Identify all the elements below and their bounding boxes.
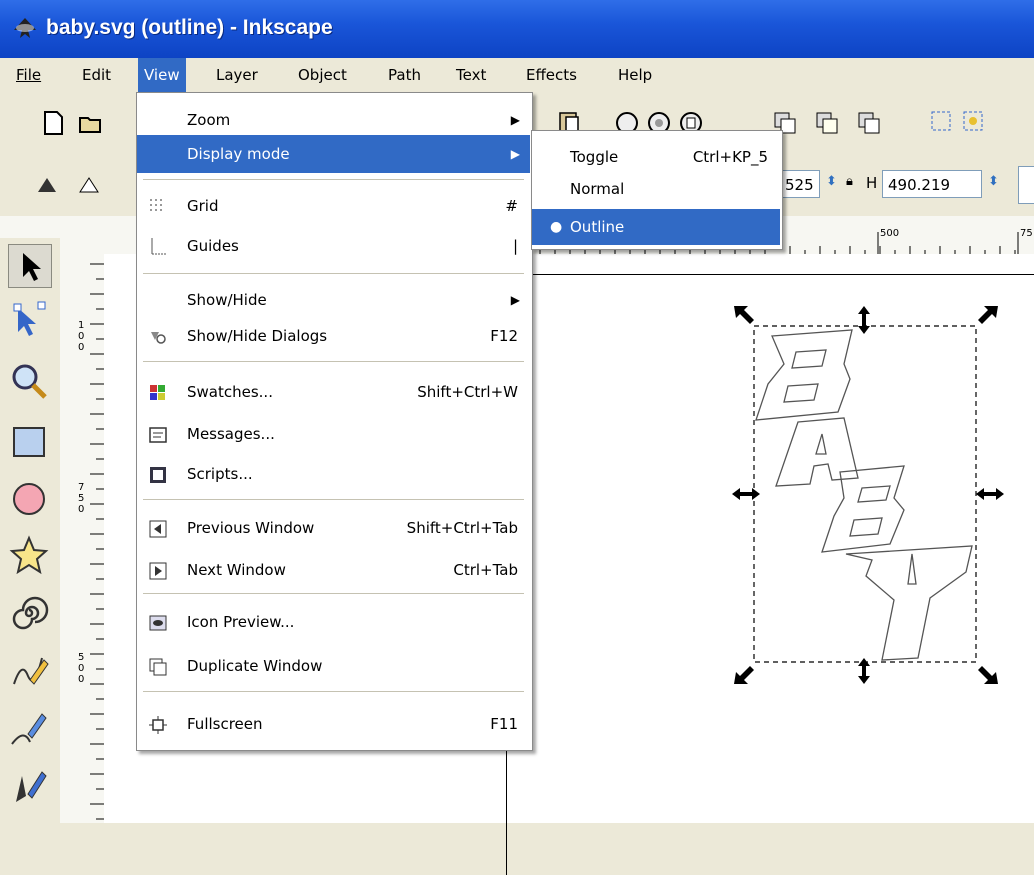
menu-item-previous-window[interactable]: Previous Window Shift+Ctrl+Tab: [137, 509, 530, 547]
lock-icon[interactable]: 🔒︎: [846, 174, 853, 189]
menu-item-show-hide-dialogs[interactable]: Show/Hide Dialogs F12: [137, 317, 530, 355]
rotate-cw-icon[interactable]: [76, 172, 102, 198]
menu-item-messages[interactable]: Messages...: [137, 415, 530, 453]
menu-effects[interactable]: Effects: [520, 58, 583, 92]
node-edit-icon: [13, 301, 46, 336]
calligraphy-tool[interactable]: [8, 766, 50, 808]
vruler-label-500: 500: [78, 652, 85, 685]
unlink-clone-icon[interactable]: [856, 110, 882, 136]
vruler-label-100: 100: [78, 320, 85, 353]
inkscape-app-icon: [14, 18, 36, 38]
menu-bar: File Edit View Layer Object Path Text Ef…: [0, 58, 1034, 92]
w-spinner-icon[interactable]: ⬍: [826, 174, 837, 189]
submenu-item-toggle[interactable]: Toggle Ctrl+KP_5: [532, 139, 780, 175]
menu-item-display-mode[interactable]: Display mode ▶: [137, 135, 530, 173]
menu-item-show-hide[interactable]: Show/Hide ▶: [137, 281, 530, 319]
guides-icon: [151, 238, 167, 255]
menu-separator: [143, 593, 524, 594]
menu-item-duplicate-window[interactable]: Duplicate Window: [137, 647, 530, 685]
rectangle-tool[interactable]: [8, 420, 50, 462]
submenu-arrow-icon: ▶: [510, 147, 520, 161]
menu-item-grid[interactable]: Grid #: [137, 187, 530, 225]
ruler-label-500: 500: [880, 228, 900, 239]
selector-tool[interactable]: [8, 244, 52, 288]
swatches-icon: [150, 385, 165, 400]
radio-bullet-icon: ●: [550, 219, 563, 235]
submenu-item-normal[interactable]: Normal: [532, 171, 780, 207]
menu-object[interactable]: Object: [292, 58, 353, 92]
menu-separator: [143, 361, 524, 362]
ungroup-icon[interactable]: [960, 108, 986, 134]
display-mode-submenu: Toggle Ctrl+KP_5 Normal ● Outline: [531, 130, 783, 250]
menu-view[interactable]: View: [138, 58, 186, 92]
w-field[interactable]: 525: [780, 170, 820, 198]
toolbox: [0, 238, 60, 823]
menu-separator: [143, 273, 524, 274]
scripts-icon: [150, 467, 166, 483]
menu-text[interactable]: Text: [450, 58, 492, 92]
pen-icon: [11, 713, 47, 745]
fullscreen-icon: [149, 716, 167, 734]
star-icon: [9, 535, 49, 575]
menu-separator: [143, 691, 524, 692]
h-label: H: [866, 174, 878, 192]
group-icon[interactable]: [928, 108, 954, 134]
menu-separator: [143, 499, 524, 500]
magnifier-icon: [12, 364, 47, 399]
circle-icon: [13, 483, 45, 515]
icon-preview-icon: [149, 615, 167, 631]
menu-item-icon-preview[interactable]: Icon Preview...: [137, 603, 530, 641]
menu-item-swatches[interactable]: Swatches... Shift+Ctrl+W: [137, 373, 530, 411]
spiral-tool[interactable]: [8, 592, 50, 634]
vruler-label-750: 750: [78, 482, 85, 515]
previous-window-icon: [149, 520, 167, 538]
clone-icon[interactable]: [814, 110, 840, 136]
dialogs-icon: [151, 332, 166, 344]
zoom-tool[interactable]: [8, 360, 50, 402]
menu-item-next-window[interactable]: Next Window Ctrl+Tab: [137, 551, 530, 589]
menu-separator: [143, 179, 524, 180]
units-field[interactable]: [1018, 166, 1034, 204]
submenu-arrow-icon: ▶: [510, 293, 520, 307]
pencil-icon: [13, 657, 49, 685]
star-tool[interactable]: [8, 534, 50, 576]
arrow-cursor-icon: [23, 253, 41, 281]
pencil-tool[interactable]: [8, 650, 50, 692]
menu-layer[interactable]: Layer: [210, 58, 264, 92]
spiral-icon: [12, 596, 49, 630]
ellipse-tool[interactable]: [8, 478, 50, 520]
calligraphy-pen-icon: [16, 771, 47, 802]
h-spinner-icon[interactable]: ⬍: [988, 174, 999, 189]
menu-path[interactable]: Path: [382, 58, 427, 92]
submenu-arrow-icon: ▶: [510, 113, 520, 127]
open-folder-icon[interactable]: [78, 110, 104, 136]
new-document-icon[interactable]: [40, 110, 66, 136]
menu-edit[interactable]: Edit: [76, 58, 117, 92]
ruler-label-750: 75: [1020, 228, 1033, 239]
node-tool[interactable]: [8, 300, 50, 342]
menu-item-zoom[interactable]: Zoom ▶: [137, 101, 530, 139]
next-window-icon: [149, 562, 167, 580]
view-menu-dropdown: Zoom ▶ Display mode ▶ Grid # Guides | Show/H…: [136, 92, 533, 751]
messages-icon: [149, 427, 167, 443]
submenu-item-outline[interactable]: ● Outline: [532, 209, 780, 245]
rectangle-icon: [13, 427, 45, 457]
title-bar: baby.svg (outline) - Inkscape: [0, 0, 1034, 58]
menu-item-scripts[interactable]: Scripts...: [137, 455, 530, 493]
rotate-ccw-icon[interactable]: [34, 172, 60, 198]
pen-tool[interactable]: [8, 708, 50, 750]
grid-icon: [150, 199, 162, 211]
vertical-ruler: 100 750 500: [60, 254, 105, 823]
menu-file[interactable]: File: [10, 58, 47, 92]
window-title: baby.svg (outline) - Inkscape: [46, 16, 333, 39]
menu-item-fullscreen[interactable]: Fullscreen F11: [137, 705, 530, 743]
duplicate-window-icon: [149, 658, 167, 676]
menu-help[interactable]: Help: [612, 58, 658, 92]
h-field[interactable]: 490.219: [882, 170, 982, 198]
menu-item-guides[interactable]: Guides |: [137, 227, 530, 265]
